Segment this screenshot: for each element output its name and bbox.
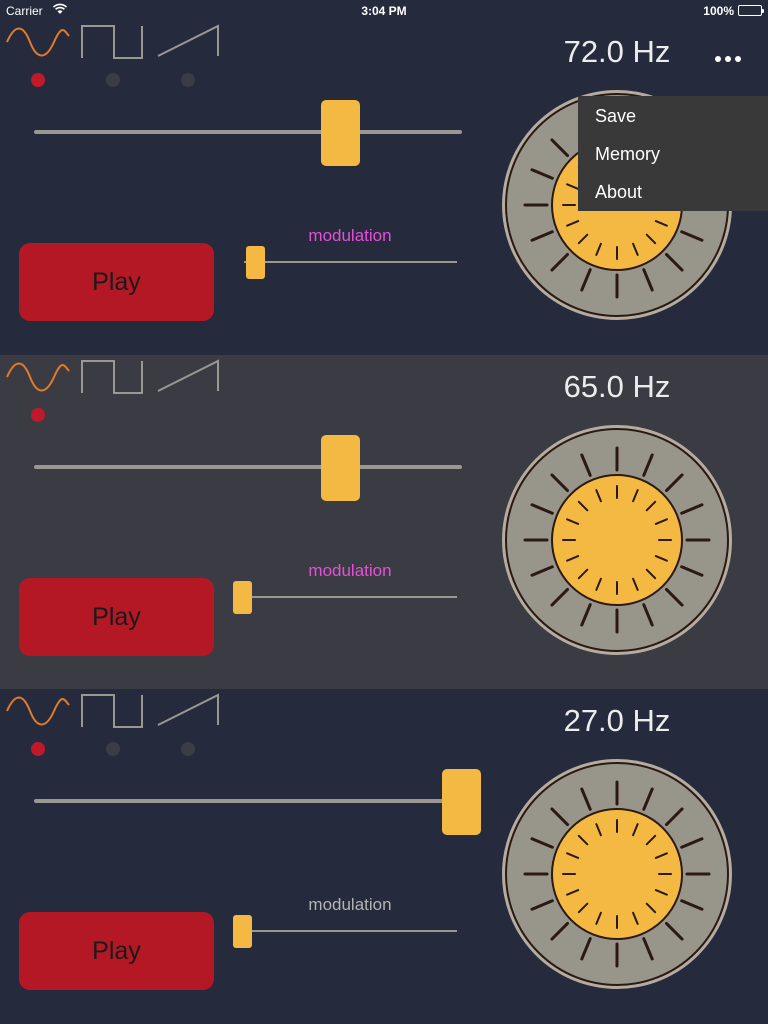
waveform-indicator-sine (31, 73, 45, 87)
waveform-indicator-square (106, 742, 120, 756)
waveform-indicator-sine (31, 408, 45, 422)
square-wave-icon[interactable] (80, 22, 144, 62)
modulation-label: modulation (308, 561, 392, 580)
status-bar: Carrier 3:04 PM 100% (0, 0, 768, 20)
waveform-indicator-square (106, 73, 120, 87)
modulation-slider-track[interactable] (244, 596, 457, 598)
oscillator-panel-2: 65.0 Hz modulation Play (0, 355, 768, 689)
clock: 3:04 PM (361, 4, 407, 18)
sawtooth-wave-icon[interactable] (156, 691, 220, 731)
frequency-readout: 27.0 Hz (563, 703, 671, 738)
frequency-knob[interactable] (500, 423, 734, 657)
menu-item-memory[interactable]: Memory (578, 142, 768, 180)
square-wave-icon[interactable] (80, 691, 144, 731)
frequency-knob[interactable] (500, 757, 734, 991)
square-wave-icon[interactable] (80, 357, 144, 397)
more-menu-icon[interactable] (708, 52, 748, 66)
sawtooth-wave-icon[interactable] (156, 357, 220, 397)
sawtooth-wave-icon[interactable] (156, 22, 220, 62)
frequency-slider-thumb[interactable] (321, 435, 361, 501)
frequency-slider-thumb[interactable] (321, 100, 361, 166)
frequency-slider-thumb[interactable] (442, 769, 481, 835)
battery-percent: 100% (703, 4, 734, 18)
waveform-indicator-sawtooth (181, 742, 195, 756)
modulation-label: modulation (308, 226, 392, 245)
options-menu: Save Memory About (578, 96, 768, 211)
modulation-slider-thumb[interactable] (245, 246, 265, 279)
frequency-readout: 65.0 Hz (563, 369, 671, 404)
frequency-slider-track[interactable] (34, 465, 462, 469)
oscillator-panel-3: 27.0 Hz modulation Play (0, 689, 768, 1024)
menu-item-about[interactable]: About (578, 180, 768, 218)
modulation-slider-track[interactable] (244, 261, 457, 263)
frequency-slider-track[interactable] (34, 130, 462, 134)
waveform-indicator-sawtooth (181, 73, 195, 87)
play-button[interactable]: Play (19, 578, 214, 656)
waveform-indicator-sine (31, 742, 45, 756)
sine-wave-icon[interactable] (6, 357, 70, 397)
battery-icon (738, 5, 764, 16)
sine-wave-icon[interactable] (6, 691, 70, 731)
menu-item-save[interactable]: Save (578, 104, 768, 142)
sine-wave-icon[interactable] (6, 22, 70, 62)
modulation-slider-track[interactable] (244, 930, 457, 932)
play-button[interactable]: Play (19, 243, 214, 321)
modulation-label: modulation (308, 895, 392, 914)
modulation-slider-thumb[interactable] (233, 915, 252, 948)
frequency-readout: 72.0 Hz (563, 34, 671, 69)
play-button[interactable]: Play (19, 912, 214, 990)
modulation-slider-thumb[interactable] (233, 581, 252, 614)
frequency-slider-track[interactable] (34, 799, 462, 803)
